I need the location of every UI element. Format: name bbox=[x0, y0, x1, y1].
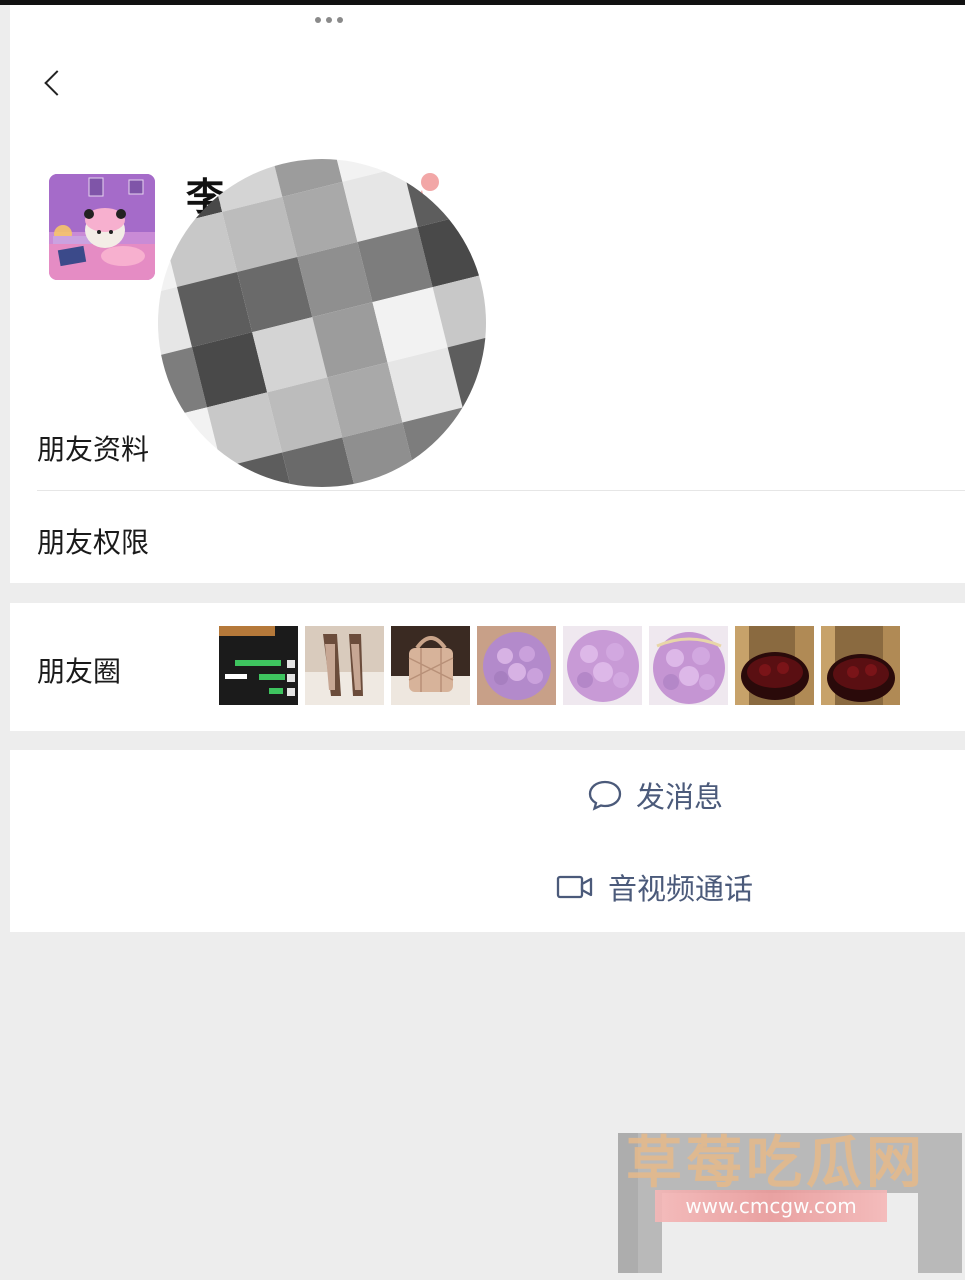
moments-thumbnails[interactable] bbox=[219, 626, 900, 705]
high-heels-thumbnail bbox=[305, 626, 384, 705]
chevron-left-icon[interactable] bbox=[38, 64, 70, 104]
chat-bubble-icon bbox=[588, 780, 622, 811]
actions-panel bbox=[10, 750, 965, 932]
friend-permissions-label[interactable]: 朋友权限 bbox=[37, 521, 149, 561]
moments-label[interactable]: 朋友圈 bbox=[37, 650, 121, 690]
video-call-button[interactable]: 音视频通话 bbox=[556, 866, 753, 908]
red-roses-thumbnail bbox=[821, 626, 900, 705]
video-camera-icon bbox=[556, 875, 593, 899]
handbag-thumbnail bbox=[391, 626, 470, 705]
friend-info-label[interactable]: 朋友资料 bbox=[37, 428, 149, 468]
video-call-label: 音视频通话 bbox=[608, 872, 754, 906]
watermark-url: www.cmcgw.com bbox=[655, 1190, 887, 1222]
send-message-button[interactable]: 发消息 bbox=[588, 774, 723, 816]
flower-bouquet-thumbnail bbox=[649, 626, 728, 705]
flower-bouquet-thumbnail bbox=[477, 626, 556, 705]
row-divider bbox=[37, 490, 965, 491]
watermark-title: 草莓吃瓜网 bbox=[626, 1131, 926, 1196]
flower-bouquet-thumbnail bbox=[563, 626, 642, 705]
chat-screenshot-thumbnail bbox=[219, 626, 298, 705]
red-roses-thumbnail bbox=[735, 626, 814, 705]
more-dots-icon[interactable] bbox=[315, 17, 343, 23]
send-message-label: 发消息 bbox=[636, 780, 724, 814]
